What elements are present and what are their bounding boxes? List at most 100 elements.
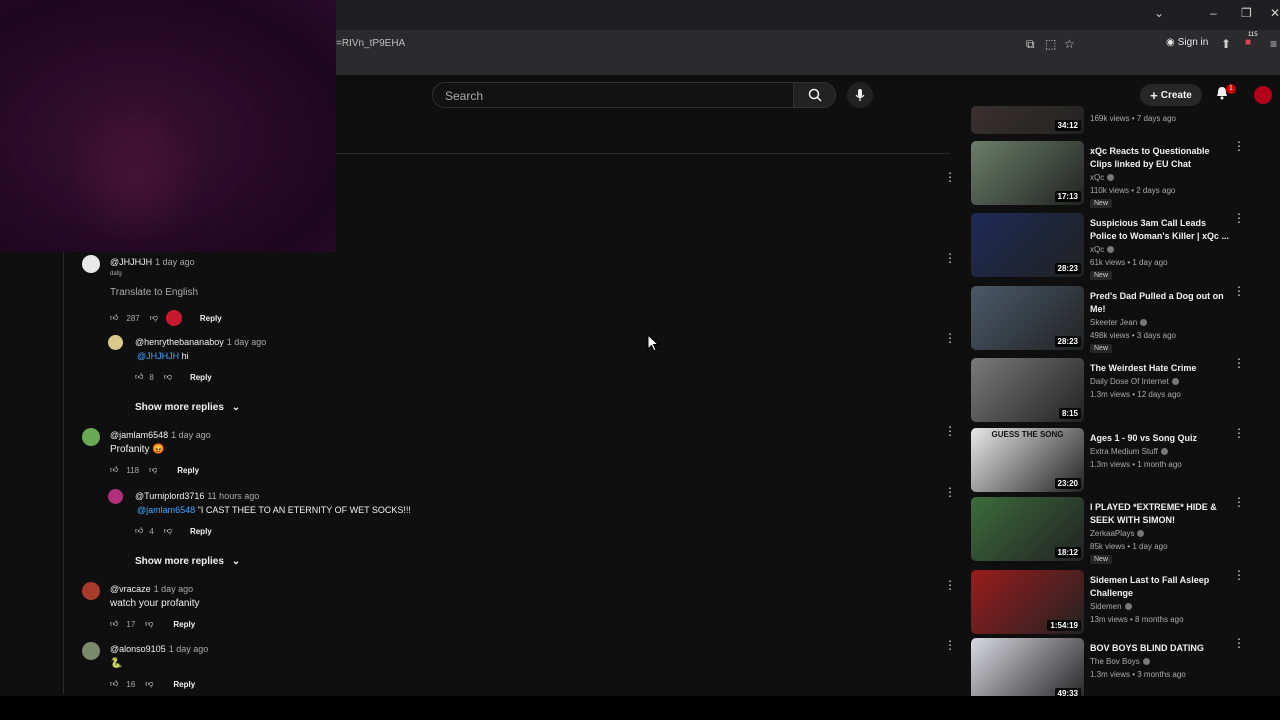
video-channel[interactable]: The Bov Boys — [1090, 657, 1150, 666]
like-icon[interactable]: 👍︎ — [110, 313, 118, 323]
video-title[interactable]: Sidemen Last to Fall Asleep Challenge — [1090, 574, 1230, 600]
video-title[interactable]: Pred's Dad Pulled a Dog out on Me! — [1090, 290, 1230, 316]
video-channel[interactable]: ZerkaaPlays — [1090, 529, 1145, 538]
reply-button[interactable]: Reply — [177, 466, 199, 475]
video-channel[interactable]: Skeeter Jean — [1090, 318, 1148, 327]
show-more-replies-button[interactable]: Show more replies ⌄ — [135, 556, 240, 567]
video-title[interactable]: Suspicious 3am Call Leads Police to Woma… — [1090, 217, 1230, 243]
dislike-icon[interactable]: 👎︎ — [150, 313, 158, 323]
video-channel[interactable]: xQc — [1090, 245, 1115, 254]
video-channel[interactable]: xQc — [1090, 173, 1115, 182]
webcam-overlay — [0, 0, 336, 252]
video-channel[interactable]: Sidemen — [1090, 602, 1132, 611]
video-thumbnail[interactable]: 49:33 — [971, 638, 1084, 702]
create-button[interactable]: + Create — [1140, 84, 1202, 106]
video-thumbnail[interactable]: 1:54:19 — [971, 570, 1084, 634]
video-thumbnail[interactable]: 18:12 — [971, 497, 1084, 561]
video-menu-icon[interactable]: ⋮ — [1233, 140, 1245, 152]
avatar[interactable] — [82, 582, 100, 600]
dislike-icon[interactable]: 👎︎ — [145, 679, 153, 689]
video-thumbnail[interactable]: GUESS THE SONG 23:20 — [971, 428, 1084, 492]
save-page-icon[interactable]: ⬚ — [1045, 37, 1056, 51]
sidebar-divider — [63, 252, 64, 694]
video-channel[interactable]: Extra Medium Stuff — [1090, 447, 1168, 456]
comment-menu-icon[interactable]: ⋮ — [944, 332, 956, 344]
video-menu-icon[interactable]: ⋮ — [1233, 212, 1245, 224]
like-count: 16 — [126, 679, 136, 689]
video-thumbnail[interactable]: 28:23 — [971, 213, 1084, 277]
like-icon[interactable]: 👍︎ — [135, 526, 143, 536]
dislike-icon[interactable]: 👎︎ — [149, 465, 157, 475]
comment-author[interactable]: @alonso9105 1 day ago — [110, 644, 208, 654]
reply-button[interactable]: Reply — [173, 680, 195, 689]
like-icon[interactable]: 👍︎ — [110, 619, 118, 629]
comment-menu-icon[interactable]: ⋮ — [944, 486, 956, 498]
comment-menu-icon[interactable]: ⋮ — [944, 639, 956, 651]
like-icon[interactable]: 👍︎ — [110, 679, 118, 689]
voice-search-button[interactable] — [847, 82, 873, 108]
search-button[interactable] — [794, 82, 836, 108]
restore-icon[interactable]: ❐ — [1241, 6, 1252, 20]
dislike-icon[interactable]: 👎︎ — [164, 526, 172, 536]
reply-button[interactable]: Reply — [190, 527, 212, 536]
minimize-icon[interactable]: – — [1210, 6, 1217, 20]
video-thumbnail[interactable]: 17:13 — [971, 141, 1084, 205]
video-menu-icon[interactable]: ⋮ — [1233, 637, 1245, 649]
video-menu-icon[interactable]: ⋮ — [1233, 496, 1245, 508]
comment-author[interactable]: @jamlam6548 1 day ago — [110, 430, 211, 440]
video-meta: 1.3m views • 12 days ago — [1090, 390, 1181, 399]
video-duration: 34:12 — [1054, 120, 1081, 131]
video-thumbnail[interactable]: 34:12 — [971, 106, 1084, 134]
comment-menu-icon[interactable]: ⋮ — [944, 425, 956, 437]
video-menu-icon[interactable]: ⋮ — [1233, 427, 1245, 439]
dislike-icon[interactable]: 👎︎ — [164, 372, 172, 382]
comment-author[interactable]: @Turniplord3716 11 hours ago — [135, 491, 259, 501]
comment-menu-icon[interactable]: ⋮ — [944, 252, 956, 264]
avatar[interactable] — [82, 255, 100, 273]
video-title[interactable]: xQc Reacts to Questionable Clips linked … — [1090, 145, 1230, 171]
comment-author[interactable]: @henrythebananaboy 1 day ago — [135, 337, 266, 347]
search-input[interactable]: Search — [432, 82, 794, 108]
close-icon[interactable]: ✕ — [1270, 6, 1280, 20]
comment-author[interactable]: @JHJHJH 1 day ago — [110, 257, 195, 267]
avatar[interactable] — [82, 428, 100, 446]
sign-in-button[interactable]: ◉ Sign in — [1166, 37, 1208, 48]
browser-menu-icon[interactable]: ≡ — [1270, 37, 1277, 51]
avatar[interactable] — [82, 642, 100, 660]
video-thumbnail[interactable]: 28:23 — [971, 286, 1084, 350]
reply-button[interactable]: Reply — [200, 314, 222, 323]
like-count: 118 — [126, 465, 140, 475]
extension-badge-icon[interactable]: ■ — [1245, 37, 1251, 48]
comment-author[interactable]: @vracaze 1 day ago — [110, 584, 193, 594]
show-more-replies-button[interactable]: Show more replies ⌄ — [135, 402, 240, 413]
avatar[interactable] — [108, 335, 123, 350]
comment-menu-icon[interactable]: ⋮ — [944, 579, 956, 591]
avatar[interactable] — [108, 489, 123, 504]
account-avatar[interactable] — [1254, 86, 1272, 104]
video-menu-icon[interactable]: ⋮ — [1233, 357, 1245, 369]
video-title[interactable]: Ages 1 - 90 vs Song Quiz — [1090, 432, 1230, 445]
extensions-icon[interactable]: ⬆ — [1221, 37, 1231, 51]
video-title[interactable]: I PLAYED *EXTREME* HIDE & SEEK WITH SIMO… — [1090, 501, 1230, 527]
like-icon[interactable]: 👍︎ — [135, 372, 143, 382]
video-title[interactable]: The Weirdest Hate Crime — [1090, 362, 1230, 375]
video-menu-icon[interactable]: ⋮ — [1233, 285, 1245, 297]
video-duration: 8:15 — [1058, 408, 1081, 419]
picture-in-picture-icon[interactable]: ⧉ — [1026, 37, 1035, 52]
video-channel[interactable]: Daily Dose Of Internet — [1090, 377, 1179, 386]
create-label: Create — [1160, 89, 1192, 101]
reply-button[interactable]: Reply — [173, 620, 195, 629]
video-menu-icon[interactable]: ⋮ — [1233, 569, 1245, 581]
bookmark-star-icon[interactable]: ☆ — [1064, 37, 1075, 51]
tab-list-icon[interactable]: ⌄ — [1154, 6, 1164, 20]
dislike-icon[interactable]: 👎︎ — [145, 619, 153, 629]
comment-actions: 👍︎ 4 👎︎ Reply — [135, 526, 212, 536]
video-title[interactable]: BOV BOYS BLIND DATING — [1090, 642, 1230, 655]
reply-button[interactable]: Reply — [190, 373, 212, 382]
translate-link[interactable]: Translate to English — [110, 287, 198, 298]
like-icon[interactable]: 👍︎ — [110, 465, 118, 475]
comment-menu-icon[interactable]: ⋮ — [944, 171, 956, 183]
video-thumbnail[interactable]: 8:15 — [971, 358, 1084, 422]
comments-divider — [336, 153, 950, 154]
address-bar[interactable]: =RIVn_tP9EHA — [336, 38, 405, 49]
